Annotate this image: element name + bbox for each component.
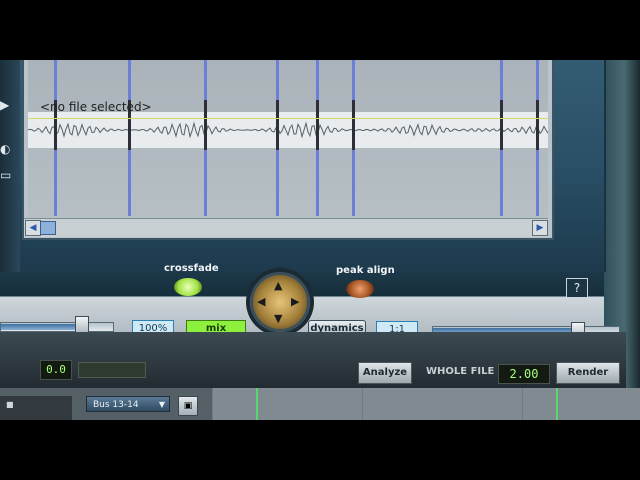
scroll-left-arrow-icon[interactable]: ◀ — [25, 220, 41, 236]
bus-selector[interactable]: Bus 13-14 ▼ — [86, 396, 170, 412]
speaker-icon[interactable]: ◐ — [0, 142, 10, 156]
waveform-display[interactable]: <no file selected> — [28, 60, 548, 218]
transient-peak — [500, 100, 503, 150]
letterbox-top — [0, 0, 640, 60]
crossfade-label: crossfade — [164, 263, 219, 274]
transient-peak — [316, 100, 319, 150]
left-tool-strip: ▶ ◐ ▭ — [0, 60, 20, 272]
playhead-cursor — [556, 388, 558, 420]
peak-align-label: peak align — [336, 265, 395, 276]
time-readout[interactable]: 2.00 — [498, 364, 550, 384]
playhead-cursor — [256, 388, 258, 420]
scroll-right-arrow-icon[interactable]: ▶ — [532, 220, 548, 236]
alignment-joystick[interactable]: ▲ ▼ ◀ ▶ — [250, 272, 310, 332]
peak-align-toggle[interactable] — [346, 280, 374, 298]
waveform-graph — [28, 60, 548, 216]
daw-timeline[interactable] — [212, 388, 640, 420]
joystick-down-arrow-icon[interactable]: ▼ — [274, 313, 282, 324]
waveform-center-line — [28, 118, 548, 119]
daw-track-header: ■ — [0, 396, 72, 420]
chevron-down-icon: ▼ — [158, 400, 165, 409]
waveform-trace — [28, 121, 548, 139]
transient-peak — [352, 100, 355, 150]
joystick-up-arrow-icon[interactable]: ▲ — [274, 280, 282, 291]
plugin-panel: ▶ ◐ ▭ <no file selected> ◀ ▶ — [0, 60, 606, 272]
left-slider-track[interactable] — [0, 322, 114, 332]
timeline-grid-line — [212, 388, 213, 420]
plugin-window: ▶ ◐ ▭ <no file selected> ◀ ▶ crossfade p… — [0, 60, 640, 420]
transient-peak — [536, 100, 539, 150]
analyze-button[interactable]: Analyze — [358, 362, 412, 384]
joystick-left-arrow-icon[interactable]: ◀ — [257, 296, 265, 307]
play-icon[interactable]: ▶ — [0, 98, 9, 112]
bus-label: Bus 13-14 — [93, 400, 139, 410]
offset-readout: 0.0 — [40, 360, 72, 380]
joystick-right-arrow-icon[interactable]: ▶ — [291, 296, 299, 307]
crossfade-toggle[interactable] — [174, 278, 202, 296]
bus-toggle-button[interactable]: ▣ — [178, 396, 198, 416]
file-icon[interactable]: ▭ — [0, 168, 11, 182]
horizontal-scrollbar[interactable]: ◀ ▶ — [24, 218, 548, 237]
timeline-grid-line — [362, 388, 363, 420]
transient-peak — [204, 100, 207, 150]
waveform-frame: <no file selected> ◀ ▶ — [22, 60, 554, 240]
scroll-thumb[interactable] — [40, 221, 56, 235]
transient-peak — [276, 100, 279, 150]
render-button[interactable]: Render — [556, 362, 620, 384]
letterbox-bottom — [0, 420, 640, 480]
help-button[interactable]: ? — [566, 278, 588, 298]
timeline-grid-line — [522, 388, 523, 420]
track-marker-icon: ■ — [6, 400, 14, 409]
no-file-label: <no file selected> — [40, 100, 152, 114]
scope-label[interactable]: WHOLE FILE — [426, 366, 494, 377]
level-meter — [78, 362, 146, 378]
